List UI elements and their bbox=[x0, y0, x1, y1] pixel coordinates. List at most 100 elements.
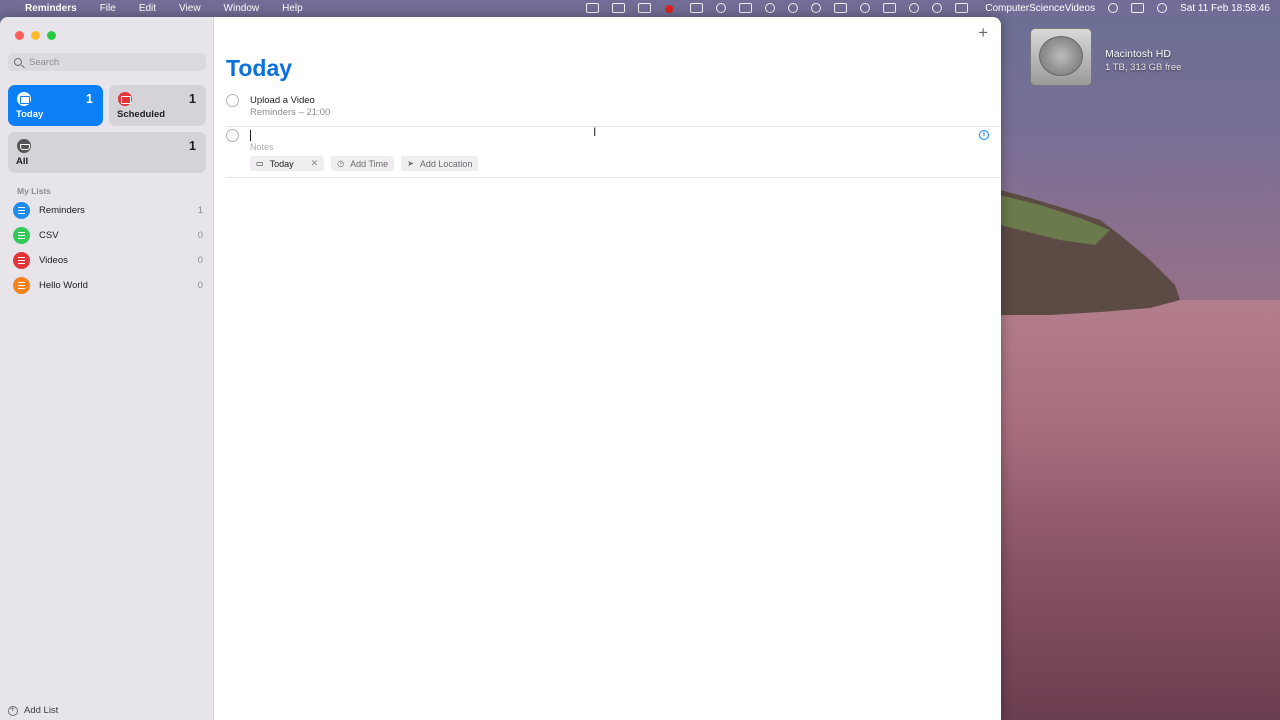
reminder-subtitle: Reminders – 21:00 bbox=[250, 107, 331, 118]
spotlight-icon[interactable] bbox=[1108, 3, 1119, 13]
reminder-title[interactable]: Upload a Video bbox=[250, 95, 315, 106]
volume-icon[interactable] bbox=[909, 3, 920, 13]
add-reminder-button[interactable]: + bbox=[978, 23, 988, 43]
sidebar: Search 1 Today 1 Scheduled 1 All My List… bbox=[0, 17, 214, 720]
list-item-reminders[interactable]: Reminders 1 bbox=[13, 200, 203, 220]
status-app-icon[interactable] bbox=[586, 3, 600, 13]
main-pane: + Today Upload a Video Reminders – 21:00… bbox=[214, 17, 1001, 720]
tray-icon bbox=[17, 139, 31, 153]
list-label: CSV bbox=[39, 229, 59, 241]
new-reminder-row[interactable]: Notes i ▭ Today ✕ ◷ Add Time ➤ Add Locat… bbox=[226, 128, 1001, 178]
search-placeholder: Search bbox=[29, 56, 60, 68]
list-count: 1 bbox=[197, 204, 203, 216]
screen-mirroring-icon[interactable] bbox=[883, 3, 897, 13]
reminder-chips: ▭ Today ✕ ◷ Add Time ➤ Add Location bbox=[250, 156, 479, 171]
list-bullet-icon bbox=[13, 251, 30, 269]
add-time-label: Add Time bbox=[350, 158, 389, 169]
menu-help[interactable]: Help bbox=[282, 3, 303, 14]
smart-list-scheduled[interactable]: 1 Scheduled bbox=[109, 85, 206, 126]
cloud-icon[interactable] bbox=[690, 3, 704, 13]
disk-name: Macintosh HD bbox=[1105, 48, 1171, 60]
macintosh-hd-icon[interactable] bbox=[1030, 28, 1092, 86]
info-icon[interactable]: i bbox=[979, 130, 989, 140]
today-count: 1 bbox=[86, 92, 93, 106]
add-list-button[interactable]: Add List bbox=[8, 704, 59, 716]
smart-list-all[interactable]: 1 All bbox=[8, 132, 206, 173]
location-arrow-icon: ➤ bbox=[407, 159, 414, 168]
menu-view[interactable]: View bbox=[179, 3, 201, 14]
screen-record-icon[interactable] bbox=[612, 3, 626, 13]
smart-list-today[interactable]: 1 Today bbox=[8, 85, 103, 126]
list-label: Videos bbox=[39, 254, 68, 266]
search-field[interactable]: Search bbox=[8, 53, 206, 71]
close-button[interactable] bbox=[15, 31, 24, 40]
all-count: 1 bbox=[189, 139, 196, 153]
list-item-csv[interactable]: CSV 0 bbox=[13, 225, 203, 245]
menu-edit[interactable]: Edit bbox=[139, 3, 156, 14]
add-circle-icon bbox=[8, 704, 18, 716]
all-label: All bbox=[16, 156, 29, 167]
window-controls bbox=[15, 31, 56, 40]
cherry-icon[interactable] bbox=[664, 3, 678, 13]
search-icon bbox=[14, 58, 22, 66]
date-chip-label: Today bbox=[269, 158, 294, 169]
scheduled-count: 1 bbox=[189, 92, 196, 106]
menu-file[interactable]: File bbox=[100, 3, 116, 14]
list-item-videos[interactable]: Videos 0 bbox=[13, 250, 203, 270]
stage-manager-icon[interactable] bbox=[955, 3, 969, 13]
battery-icon[interactable] bbox=[834, 3, 848, 13]
minimize-button[interactable] bbox=[31, 31, 40, 40]
focus-moon-icon[interactable] bbox=[811, 3, 822, 13]
menu-window[interactable]: Window bbox=[224, 3, 260, 14]
add-time-chip[interactable]: ◷ Add Time bbox=[331, 156, 395, 171]
list-bullet-icon bbox=[13, 276, 30, 294]
siri-icon[interactable] bbox=[1157, 3, 1168, 13]
list-item-hello-world[interactable]: Hello World 0 bbox=[13, 275, 203, 295]
vpn-icon[interactable] bbox=[765, 3, 776, 13]
list-count: 0 bbox=[197, 279, 203, 291]
reminders-window: Search 1 Today 1 Scheduled 1 All My List… bbox=[0, 17, 1001, 720]
date-chip[interactable]: ▭ Today ✕ bbox=[250, 156, 325, 171]
my-lists-heading: My Lists bbox=[17, 186, 52, 196]
complete-checkbox[interactable] bbox=[226, 94, 239, 107]
more-icon[interactable] bbox=[638, 3, 652, 13]
disk-info: 1 TB, 313 GB free bbox=[1105, 62, 1182, 73]
text-caret[interactable] bbox=[250, 130, 251, 141]
add-location-label: Add Location bbox=[419, 158, 473, 169]
list-count: 0 bbox=[197, 229, 203, 241]
notes-field[interactable]: Notes bbox=[250, 142, 274, 152]
disk-label[interactable]: Macintosh HD 1 TB, 313 GB free bbox=[1105, 48, 1181, 74]
list-bullet-icon bbox=[13, 201, 30, 219]
bluetooth-icon[interactable] bbox=[788, 3, 799, 13]
list-bullet-icon bbox=[13, 226, 30, 244]
calendar-icon: ▭ bbox=[256, 159, 264, 168]
time-machine-icon[interactable] bbox=[716, 3, 727, 13]
wifi-icon[interactable] bbox=[860, 3, 871, 13]
list-label: Hello World bbox=[39, 279, 88, 291]
control-center-icon[interactable] bbox=[1131, 3, 1145, 13]
text-cursor-icon: I bbox=[593, 125, 597, 139]
list-label: Reminders bbox=[39, 204, 85, 216]
disk-platter bbox=[1039, 36, 1083, 76]
calendar-today-icon bbox=[17, 92, 31, 106]
wallpaper-sea bbox=[1000, 300, 1280, 720]
complete-checkbox[interactable] bbox=[226, 129, 239, 142]
today-label: Today bbox=[16, 109, 44, 120]
add-location-chip[interactable]: ➤ Add Location bbox=[401, 156, 479, 171]
calendar-scheduled-icon bbox=[118, 92, 132, 106]
add-list-label: Add List bbox=[24, 705, 59, 716]
wallpaper-cliff bbox=[1000, 190, 1200, 320]
app-menu[interactable]: Reminders bbox=[25, 3, 77, 14]
reminder-row[interactable]: Upload a Video Reminders – 21:00 bbox=[226, 93, 1001, 127]
clock-icon: ◷ bbox=[337, 159, 345, 168]
menu-bar: Reminders File Edit View Window Help Com… bbox=[0, 0, 1280, 16]
scheduled-label: Scheduled bbox=[117, 109, 166, 120]
display-icon[interactable] bbox=[739, 3, 753, 13]
remove-date-icon[interactable]: ✕ bbox=[311, 158, 319, 169]
page-title: Today bbox=[226, 55, 293, 81]
now-playing-icon[interactable] bbox=[932, 3, 943, 13]
list-count: 0 bbox=[197, 254, 203, 266]
fullscreen-button[interactable] bbox=[47, 31, 56, 40]
user-menu[interactable]: ComputerScienceVideos bbox=[985, 3, 1095, 14]
clock[interactable]: Sat 11 Feb 18:58:46 bbox=[1180, 3, 1270, 14]
